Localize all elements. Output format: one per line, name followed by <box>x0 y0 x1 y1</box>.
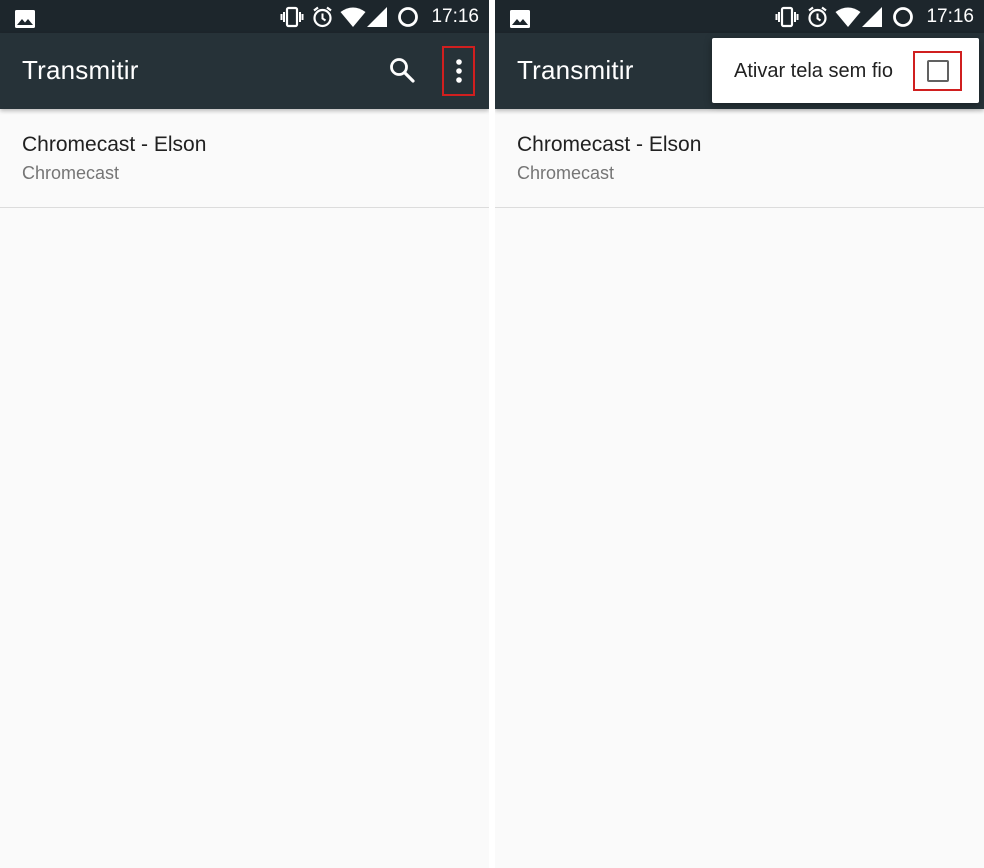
vibrate-icon <box>775 6 799 28</box>
device-type: Chromecast <box>517 163 615 183</box>
screen-before: 17:16 Transmitir Chromecast - Elson Chro… <box>0 0 489 868</box>
search-icon <box>390 58 415 83</box>
search-button[interactable] <box>384 52 420 88</box>
wifi-icon <box>835 7 861 27</box>
screen-after: 17:16 Transmitir Chromecast - Elson Chro… <box>495 0 984 868</box>
battery-icon <box>893 7 913 27</box>
app-toolbar: Transmitir <box>0 33 489 109</box>
gallery-icon <box>510 10 530 28</box>
overflow-menu-button[interactable] <box>442 46 475 96</box>
battery-icon <box>398 7 418 27</box>
status-bar: 17:16 <box>0 0 489 33</box>
toolbar-title: Transmitir <box>22 55 139 85</box>
gallery-icon <box>15 10 35 28</box>
device-type: Chromecast <box>22 163 120 183</box>
cast-device-item[interactable]: Chromecast - Elson Chromecast <box>0 110 489 208</box>
alarm-icon <box>808 6 827 28</box>
more-vert-icon <box>455 59 462 83</box>
wifi-icon <box>340 7 366 27</box>
toolbar-title: Transmitir <box>517 55 634 85</box>
status-time: 17:16 <box>431 6 479 27</box>
overflow-popup-menu: Ativar tela sem fio <box>712 38 979 103</box>
signal-icon <box>367 7 387 27</box>
device-name: Chromecast - Elson <box>517 133 702 156</box>
alarm-icon <box>313 6 332 28</box>
device-name: Chromecast - Elson <box>22 133 207 156</box>
status-time: 17:16 <box>926 6 974 27</box>
wireless-display-checkbox[interactable] <box>926 60 949 82</box>
signal-icon <box>862 7 882 27</box>
menu-item-enable-wireless-display[interactable]: Ativar tela sem fio <box>734 58 893 84</box>
highlight-box <box>913 51 962 91</box>
vibrate-icon <box>280 6 304 28</box>
cast-device-item[interactable]: Chromecast - Elson Chromecast <box>495 110 984 208</box>
status-bar: 17:16 <box>495 0 984 33</box>
